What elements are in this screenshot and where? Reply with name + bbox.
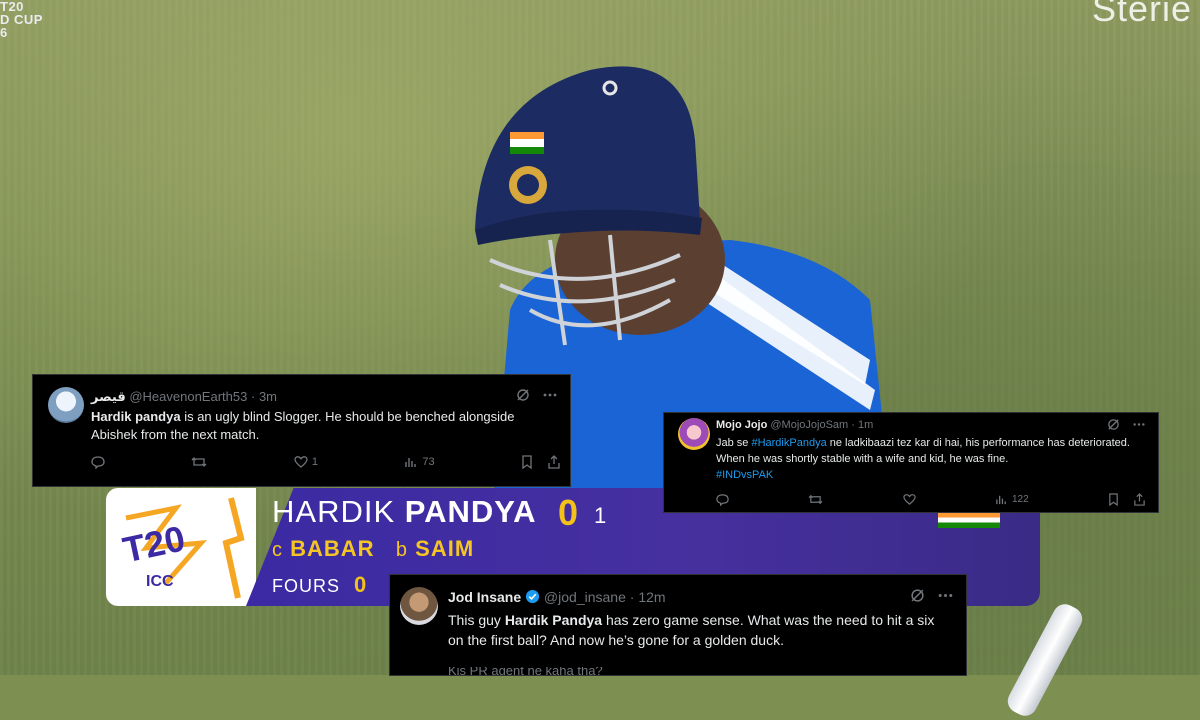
display-name[interactable]: قیصر — [91, 389, 126, 404]
batter-balls: 1 — [594, 503, 607, 528]
india-flag — [938, 512, 1000, 528]
avatar[interactable] — [48, 387, 84, 423]
logo-icc-text: ICC — [146, 573, 174, 590]
bookmark-icon[interactable] — [1108, 493, 1119, 506]
bookmark-share-group — [1108, 493, 1146, 506]
like-count: 1 — [311, 456, 318, 468]
views-button[interactable]: 122 — [995, 493, 1029, 506]
separator-dot: · — [851, 419, 855, 431]
tweet-top-actions — [910, 588, 954, 603]
share-icon[interactable] — [547, 455, 561, 469]
tweet-text: Hardik pandya is an ugly blind Slogger. … — [91, 408, 561, 444]
hashtag-link[interactable]: #HardikPandya — [751, 437, 826, 449]
like-button[interactable]: 1 — [294, 455, 318, 469]
tweet-header: Mojo Jojo @MojoJojoSam · 1m — [716, 419, 873, 431]
tweet-top-actions — [1107, 418, 1146, 431]
display-name[interactable]: Mojo Jojo — [716, 419, 767, 431]
batter-first-name: HARDIK — [272, 494, 396, 529]
more-icon[interactable] — [1132, 418, 1146, 431]
batter-name: HARDIK PANDYA — [272, 494, 537, 530]
tweet-card[interactable]: Mojo Jojo @MojoJojoSam · 1m Jab se #Hard… — [664, 413, 1158, 512]
more-icon[interactable] — [937, 588, 954, 603]
tweet-top-actions — [516, 388, 558, 402]
logo-t20-text: T20 — [119, 517, 188, 570]
avatar[interactable] — [678, 418, 710, 450]
tweet-time[interactable]: 1m — [858, 419, 873, 431]
tweet-time[interactable]: 3m — [259, 389, 277, 404]
fours-stat: FOURS 0 — [272, 572, 367, 598]
tweet-action-bar: 1 73 — [91, 455, 561, 469]
share-icon[interactable] — [1133, 493, 1146, 506]
batter-runs: 0 — [558, 492, 579, 533]
bookmark-icon[interactable] — [521, 455, 533, 469]
bowled-prefix: b — [395, 539, 409, 561]
tweet-action-bar: 122 — [716, 493, 1146, 506]
tweet-card[interactable]: قیصر @HeavenonEarth53 · 3m Hardik pandya… — [33, 375, 570, 486]
views-count: 122 — [1011, 494, 1029, 505]
views-button[interactable]: 73 — [404, 455, 435, 469]
hashtag-link[interactable]: #INDvsPAK — [716, 469, 773, 481]
dismissal-line: c BABAR b SAIM — [272, 536, 474, 562]
event-logo-line-3: 6 — [0, 25, 8, 40]
tweet-text-cut-off: Kis PR agent ne kaha tha? — [448, 667, 603, 675]
retweet-icon — [191, 457, 207, 467]
views-count: 73 — [422, 456, 435, 468]
retweet-button[interactable] — [191, 455, 207, 469]
grok-icon[interactable] — [516, 388, 530, 402]
user-handle[interactable]: @HeavenonEarth53 — [129, 389, 247, 404]
fielder-name: BABAR — [290, 536, 375, 561]
views-icon — [996, 495, 1006, 505]
tweet-text-bold: Hardik Pandya — [504, 612, 603, 628]
avatar[interactable] — [400, 587, 438, 625]
fours-value: 0 — [354, 572, 368, 597]
separator-dot: · — [629, 589, 635, 605]
separator-dot: · — [250, 389, 256, 404]
tweet-time[interactable]: 12m — [638, 589, 665, 605]
tweet-text: This guy Hardik Pandya has zero game sen… — [448, 610, 953, 650]
tweet-text-bold: Hardik pandya — [91, 409, 181, 424]
t20-logo-box: T20 ICC — [106, 488, 256, 606]
bowler-name: SAIM — [415, 536, 475, 561]
batter-last-name: PANDYA — [404, 494, 537, 529]
fours-label: FOURS — [272, 576, 340, 596]
tweet-card[interactable]: Jod Insane @jod_insane · 12m This guy Ha… — [390, 575, 966, 675]
tweet-header: Jod Insane @jod_insane · 12m — [448, 589, 666, 605]
bookmark-share-group — [521, 455, 561, 469]
views-icon — [405, 458, 417, 467]
reply-icon — [716, 494, 729, 506]
reply-icon — [91, 456, 105, 469]
like-button[interactable] — [902, 493, 916, 506]
more-icon[interactable] — [542, 388, 558, 402]
broadcaster-watermark: Sterie — [1091, 0, 1192, 29]
event-logo: T20 D CUP 6 — [0, 0, 43, 39]
tweet-text-before: This guy — [448, 612, 505, 628]
verified-badge-icon — [525, 589, 540, 604]
display-name[interactable]: Jod Insane — [448, 589, 521, 605]
t20-world-cup-logo: T20 ICC — [119, 497, 245, 599]
retweet-icon — [808, 494, 823, 505]
tweet-text-before: Jab se — [716, 437, 752, 449]
grok-icon[interactable] — [1107, 418, 1120, 431]
retweet-button[interactable] — [808, 493, 823, 506]
reply-button[interactable] — [91, 455, 105, 469]
user-handle[interactable]: @MojoJojoSam — [770, 419, 848, 431]
reply-button[interactable] — [716, 493, 729, 506]
user-handle[interactable]: @jod_insane — [544, 589, 626, 605]
tweet-text: Jab se #HardikPandya ne ladkibaazi tez k… — [716, 435, 1146, 483]
tweet-header: قیصر @HeavenonEarth53 · 3m — [91, 389, 277, 405]
like-icon — [902, 494, 916, 505]
like-icon — [294, 456, 308, 468]
caught-prefix: c — [272, 539, 283, 561]
grok-icon[interactable] — [910, 588, 925, 603]
